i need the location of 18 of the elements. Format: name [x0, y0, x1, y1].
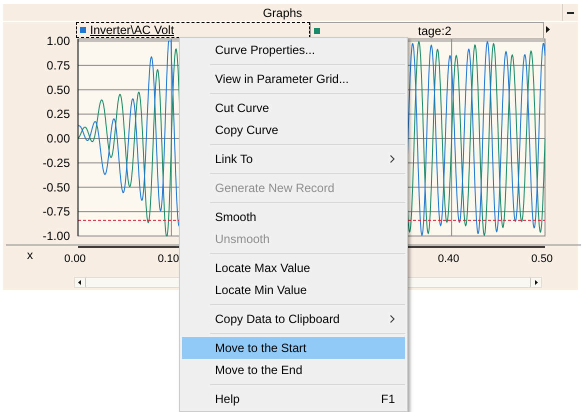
y-tick-label: -1.00	[42, 229, 70, 243]
x-tick-label: 0.40	[438, 253, 460, 265]
y-tick-label: 0.00	[46, 132, 70, 146]
x-tick-label: 0.10	[158, 253, 180, 265]
y-tick-label: -0.50	[42, 180, 70, 194]
x-tick-label: 0.50	[531, 253, 553, 265]
y-tick-label: -0.25	[42, 156, 70, 170]
y-tick-label: 0.75	[46, 58, 70, 72]
y-tick-label: 1.00	[46, 34, 70, 48]
y-tick-label: 0.50	[46, 82, 70, 97]
panel-title: Graphs	[262, 4, 304, 22]
y-tick-label: -0.75	[42, 204, 70, 219]
legend-label: Inverter\AC Volt	[90, 22, 174, 39]
x-axis-label: x	[27, 248, 33, 262]
legend-label: tage:2	[418, 22, 452, 40]
y-tick-label: 0.25	[46, 107, 70, 122]
x-tick-label: 0.00	[64, 253, 86, 265]
shortcut-label: F1	[380, 391, 395, 408]
